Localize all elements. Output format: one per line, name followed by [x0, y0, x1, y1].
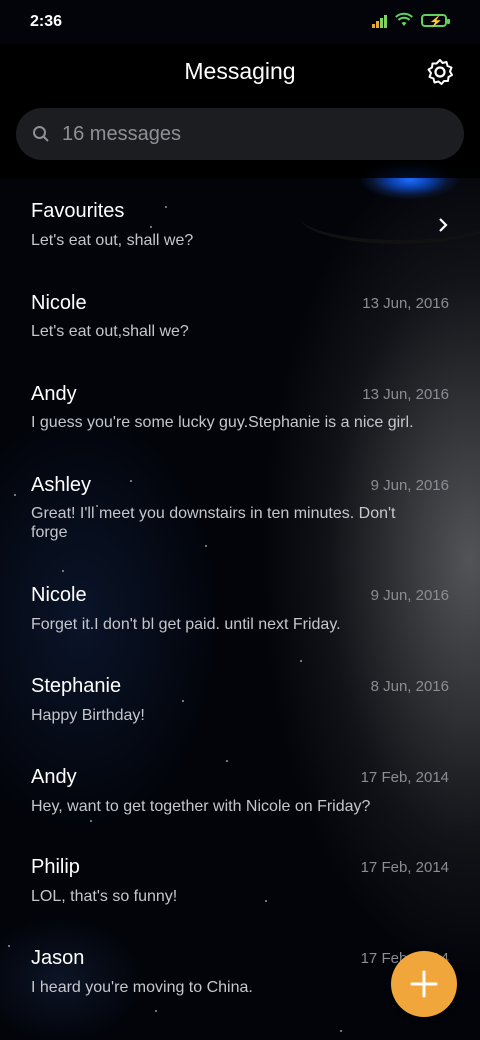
- conversation-row[interactable]: Stephanie 8 Jun, 2016 Happy Birthday!: [0, 651, 480, 742]
- conversation-preview: LOL, that's so funny!: [31, 888, 178, 905]
- conversation-row[interactable]: Philip 17 Feb, 2014 LOL, that's so funny…: [0, 832, 480, 923]
- signal-icon: [372, 14, 392, 28]
- conversation-preview: I heard you're moving to China.: [31, 979, 253, 996]
- conversation-row[interactable]: Nicole 9 Jun, 2016 Forget it.I don't bl …: [0, 560, 480, 651]
- battery-icon: ⚡: [421, 14, 450, 28]
- conversation-preview: Great! I'll meet you downstairs in ten m…: [31, 505, 396, 541]
- app-header: Messaging: [0, 44, 480, 100]
- status-bar: 2:36 ⚡: [0, 0, 480, 44]
- compose-button[interactable]: [391, 951, 457, 1017]
- conversation-date: 9 Jun, 2016: [370, 477, 449, 494]
- conversation-row[interactable]: Ashley 9 Jun, 2016 Great! I'll meet you …: [0, 450, 480, 560]
- conversation-preview: Happy Birthday!: [31, 707, 145, 724]
- conversation-name: Philip: [31, 856, 80, 878]
- conversation-name: Stephanie: [31, 675, 122, 697]
- gear-icon[interactable]: [426, 58, 454, 86]
- conversation-row[interactable]: Andy 17 Feb, 2014 Hey, want to get toget…: [0, 742, 480, 832]
- wifi-icon: [395, 12, 413, 26]
- conversation-date: 17 Feb, 2014: [360, 859, 449, 876]
- favourites-row[interactable]: Favourites Let's eat out, shall we?: [0, 178, 480, 268]
- conversation-preview: Let's eat out, shall we?: [31, 232, 194, 249]
- search-icon: [33, 126, 49, 142]
- conversation-name: Andy: [31, 766, 77, 788]
- conversation-preview: Hey, want to get together with Nicole on…: [31, 798, 371, 815]
- conversation-name: Favourites: [31, 200, 125, 222]
- conversation-name: Nicole: [31, 584, 87, 606]
- conversation-name: Andy: [31, 383, 77, 405]
- conversation-preview: Forget it.I don't bl get paid. until nex…: [31, 616, 341, 633]
- chevron-right-icon: [439, 218, 448, 232]
- conversation-date: 8 Jun, 2016: [370, 678, 449, 695]
- conversation-name: Jason: [31, 947, 85, 969]
- conversation-date: 17 Feb, 2014: [360, 769, 449, 786]
- status-time: 2:36: [30, 13, 63, 30]
- conversation-date: 13 Jun, 2016: [362, 386, 449, 403]
- conversation-row[interactable]: Andy 13 Jun, 2016 I guess you're some lu…: [0, 359, 480, 450]
- conversation-date: 13 Jun, 2016: [362, 295, 449, 312]
- search-area: 16 messages: [0, 100, 480, 178]
- conversation-preview: I guess you're some lucky guy.Stephanie …: [31, 414, 414, 431]
- plus-icon: [410, 970, 438, 998]
- conversation-row[interactable]: Nicole 13 Jun, 2016 Let's eat out,shall …: [0, 268, 480, 359]
- search-placeholder: 16 messages: [62, 123, 181, 145]
- conversation-name: Ashley: [31, 474, 92, 496]
- conversation-name: Nicole: [31, 292, 87, 314]
- conversation-date: 9 Jun, 2016: [370, 587, 449, 604]
- conversation-preview: Let's eat out,shall we?: [31, 323, 189, 340]
- page-title: Messaging: [184, 58, 296, 84]
- search-bar[interactable]: 16 messages: [16, 108, 464, 160]
